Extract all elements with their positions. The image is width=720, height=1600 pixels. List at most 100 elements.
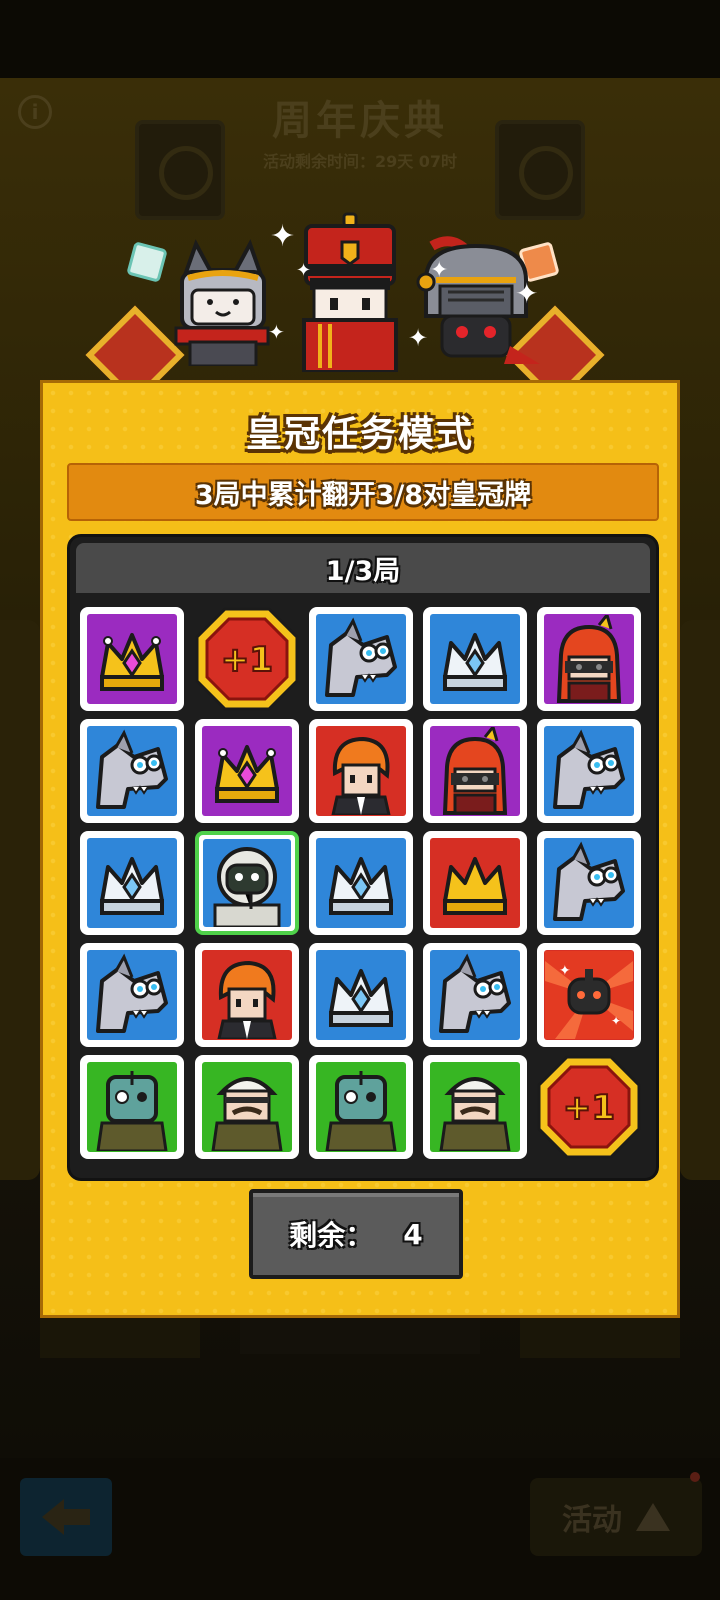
- sparkle-icon: ✦: [430, 258, 449, 283]
- orange-hair-man-card[interactable]: [309, 719, 413, 823]
- red-hair-girl-icon: [442, 727, 508, 815]
- silver-crown-card[interactable]: [423, 607, 527, 711]
- red-hair-girl-card[interactable]: [537, 607, 641, 711]
- silver-crown-icon: [100, 857, 164, 915]
- silver-crown-icon: [329, 857, 393, 915]
- red-hair-girl-card[interactable]: [423, 719, 527, 823]
- card-face: [430, 726, 520, 816]
- event-timer: 活动剩余时间：29天 07时: [262, 152, 458, 171]
- sparkle-icon: ✦: [268, 320, 285, 344]
- remaining-label: 剩余：: [289, 1219, 374, 1252]
- wolf-card[interactable]: [537, 831, 641, 935]
- sparkle-icon: ✦: [515, 277, 539, 310]
- card-face: [316, 1062, 406, 1152]
- activity-button[interactable]: 活动: [530, 1478, 702, 1556]
- remaining-value: 4: [403, 1217, 423, 1251]
- info-icon: i: [18, 95, 52, 129]
- zombie-icon: [325, 1071, 397, 1151]
- card-face: [316, 726, 406, 816]
- wolf-icon: [553, 841, 625, 921]
- mustache-man-card[interactable]: [423, 1055, 527, 1159]
- card-face: [203, 839, 291, 927]
- wolf-knight-character: [174, 239, 270, 366]
- card-face: [202, 950, 292, 1040]
- plus-one-card[interactable]: +1: [537, 1055, 641, 1159]
- panel-base-right: [520, 1318, 680, 1358]
- card-face: [544, 726, 634, 816]
- plus-one-card[interactable]: +1: [195, 607, 299, 711]
- gold-crown-card[interactable]: [195, 719, 299, 823]
- astronaut-icon: [213, 847, 281, 927]
- background-side-right: [680, 620, 720, 1180]
- card-face: [87, 838, 177, 928]
- speaker-left-icon: [135, 120, 225, 220]
- card-board: 1/3局 +1 ✦ ✦ +1: [67, 534, 659, 1181]
- astronaut-card[interactable]: [195, 831, 299, 935]
- speaker-right-icon: [495, 120, 585, 220]
- zombie-icon: [96, 1071, 168, 1151]
- gold-crown-icon: [443, 857, 507, 915]
- card-face: [430, 1062, 520, 1152]
- card-face: [430, 838, 520, 928]
- wolf-icon: [553, 729, 625, 809]
- back-button[interactable]: [20, 1478, 112, 1556]
- mission-bar: 3局中累计翻开3/8对皇冠牌: [67, 463, 659, 521]
- wolf-icon: [96, 953, 168, 1033]
- wolf-card[interactable]: [80, 719, 184, 823]
- round-counter: 1/3局: [325, 555, 401, 587]
- red-hair-girl-icon: [556, 615, 622, 703]
- svg-text:+1: +1: [563, 1088, 615, 1128]
- card-face: [202, 726, 292, 816]
- notification-dot: [690, 1472, 700, 1482]
- event-title: 周年庆典: [272, 98, 448, 144]
- wolf-card[interactable]: [537, 719, 641, 823]
- card-face: [87, 614, 177, 704]
- silver-crown-card[interactable]: [80, 831, 184, 935]
- wolf-card[interactable]: [423, 943, 527, 1047]
- svg-text:✦: ✦: [559, 963, 571, 979]
- plus-one-icon: +1: [195, 607, 299, 711]
- zombie-card[interactable]: [80, 1055, 184, 1159]
- card-face: ✦ ✦: [544, 950, 634, 1040]
- card-face: [316, 950, 406, 1040]
- mustache-man-icon: [211, 1077, 283, 1151]
- royal-guard-character: [302, 212, 398, 372]
- card-face: [87, 950, 177, 1040]
- wolf-card[interactable]: [80, 943, 184, 1047]
- gold-crown-card[interactable]: [80, 607, 184, 711]
- arrow-left-icon: [42, 1499, 90, 1535]
- card-face: [544, 838, 634, 928]
- wolf-icon: [325, 617, 397, 697]
- zombie-card[interactable]: [309, 1055, 413, 1159]
- crown-mission-panel: 皇冠任务模式 3局中累计翻开3/8对皇冠牌 1/3局 +1 ✦ ✦ +1 剩余： 4: [40, 380, 680, 1318]
- silver-crown-card[interactable]: [309, 943, 413, 1047]
- wolf-card[interactable]: [309, 607, 413, 711]
- triangle-up-icon: [636, 1503, 670, 1531]
- card-face: [202, 1062, 292, 1152]
- gold-crown-icon: [100, 633, 164, 691]
- plus-one-icon: +1: [537, 1055, 641, 1159]
- panel-base-middle: [240, 1318, 480, 1354]
- orange-hair-man-card[interactable]: [195, 943, 299, 1047]
- svg-text:+1: +1: [221, 640, 273, 680]
- round-header: 1/3局: [76, 543, 650, 593]
- wolf-icon: [96, 729, 168, 809]
- card-face: [430, 614, 520, 704]
- mission-text: 3局中累计翻开3/8对皇冠牌: [194, 479, 532, 511]
- remaining-counter: 剩余： 4: [249, 1189, 463, 1279]
- sparkle-icon: ✦: [270, 219, 296, 254]
- background-side-left: [0, 620, 40, 1180]
- activity-label: 活动: [562, 1503, 622, 1538]
- gold-crown-card[interactable]: [423, 831, 527, 935]
- orange-hair-man-icon: [331, 736, 391, 815]
- mustache-man-card[interactable]: [195, 1055, 299, 1159]
- robot-icon: ✦✦: [545, 951, 633, 1039]
- orange-hair-man-icon: [217, 960, 277, 1039]
- silver-crown-card[interactable]: [309, 831, 413, 935]
- panel-title: 皇冠任务模式: [245, 414, 474, 455]
- card-face: [544, 614, 634, 704]
- sparkle-icon: ✦: [408, 324, 429, 352]
- mustache-man-icon: [439, 1077, 511, 1151]
- robot-card[interactable]: ✦ ✦: [537, 943, 641, 1047]
- card-face: [316, 838, 406, 928]
